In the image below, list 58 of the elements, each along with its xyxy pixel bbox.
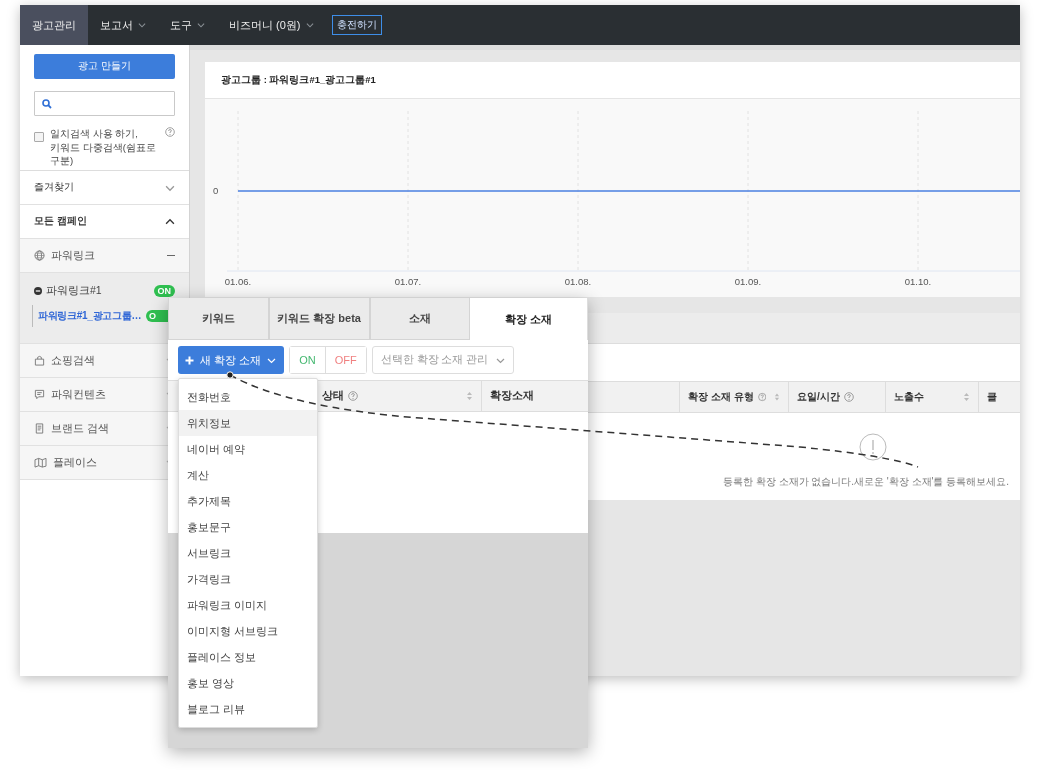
nav-tab[interactable]: 광고관리 [20, 5, 88, 45]
tab[interactable]: 소재 [369, 298, 471, 340]
nav-tab[interactable]: 비즈머니 (0원) [217, 5, 326, 45]
column-header: 상태 [321, 389, 344, 403]
bag-icon [34, 355, 45, 366]
tab[interactable]: 키워드 확장 beta [268, 298, 370, 340]
axis-label: 01.08. [564, 276, 592, 287]
help-icon [165, 127, 175, 137]
menu-item[interactable]: 홍보문구 [179, 514, 317, 540]
axis-label: 01.07. [394, 276, 422, 287]
checkbox[interactable] [34, 132, 44, 142]
campaign-name[interactable]: 파워링크#1 [46, 284, 150, 298]
charge-button[interactable]: 충전하기 [331, 15, 382, 35]
new-extension-button[interactable]: 새 확장 소재 [178, 346, 285, 374]
menu-item[interactable]: 추가제목 [179, 488, 317, 514]
column-header: 확장 소재 유형 [688, 390, 754, 404]
globe-icon [34, 250, 45, 261]
nav-tab[interactable]: 보고서 [88, 5, 158, 45]
menu-item[interactable]: 플레이스 정보 [179, 644, 317, 670]
axis-label: 0 [213, 185, 219, 196]
search-icon [42, 99, 52, 109]
speech-bubble-icon [34, 389, 45, 400]
menu-item[interactable]: 가격링크 [179, 566, 317, 592]
tab[interactable]: 키워드 [168, 298, 269, 340]
menu-item[interactable]: 파워링크 이미지 [179, 592, 317, 618]
column-header: 확장소재 [490, 389, 535, 403]
chevron-up-icon[interactable] [165, 216, 175, 227]
column-header: 요일/시간 [797, 390, 840, 404]
section-header: 모든 캠페인 [34, 215, 87, 228]
menu-item[interactable]: 계산 [179, 462, 317, 488]
map-icon [34, 457, 47, 468]
menu-item[interactable]: 네이버 예약 [179, 436, 317, 462]
status-badge: ON [153, 285, 175, 297]
axis-label: 01.10. [904, 276, 932, 287]
status-badge: O [146, 310, 171, 322]
menu-item[interactable]: 홍보 영상 [179, 670, 317, 696]
menu-item[interactable]: 블로그 리뷰 [179, 696, 317, 722]
menu-item[interactable]: 이미지형 서브링크 [179, 618, 317, 644]
document-icon [34, 423, 45, 434]
section-header: 즐겨찾기 [34, 181, 74, 194]
warning-icon [859, 433, 887, 461]
axis-label: 01.09. [734, 276, 762, 287]
column-header: 노출수 [894, 390, 924, 404]
create-ad-button[interactable]: 광고 만들기 [34, 54, 175, 79]
ad-group-name[interactable]: 파워링크#1_광고그룹… [38, 309, 142, 323]
search-field[interactable] [34, 91, 175, 116]
nav-tab[interactable]: 도구 [158, 5, 217, 45]
collapse-circle-icon [34, 287, 42, 295]
empty-message: 등록한 확장 소재가 없습니다.새로운 '확장 소재'를 등록해보세요. [722, 475, 1009, 489]
checkbox-label: 일치검색 사용 하기, 키워드 다중검색(쉼표로 구분) [50, 127, 157, 168]
column-header: 클 [987, 390, 997, 404]
menu-item[interactable]: 서브링크 [179, 540, 317, 566]
menu-item[interactable]: 위치정보 [179, 410, 317, 436]
plus-icon [185, 355, 194, 365]
menu-item[interactable]: 전화번호 [179, 384, 317, 410]
tab[interactable]: 확장 소재 [470, 298, 588, 340]
axis-label: 01.06. [224, 276, 252, 287]
collapse-icon[interactable] [167, 254, 175, 257]
